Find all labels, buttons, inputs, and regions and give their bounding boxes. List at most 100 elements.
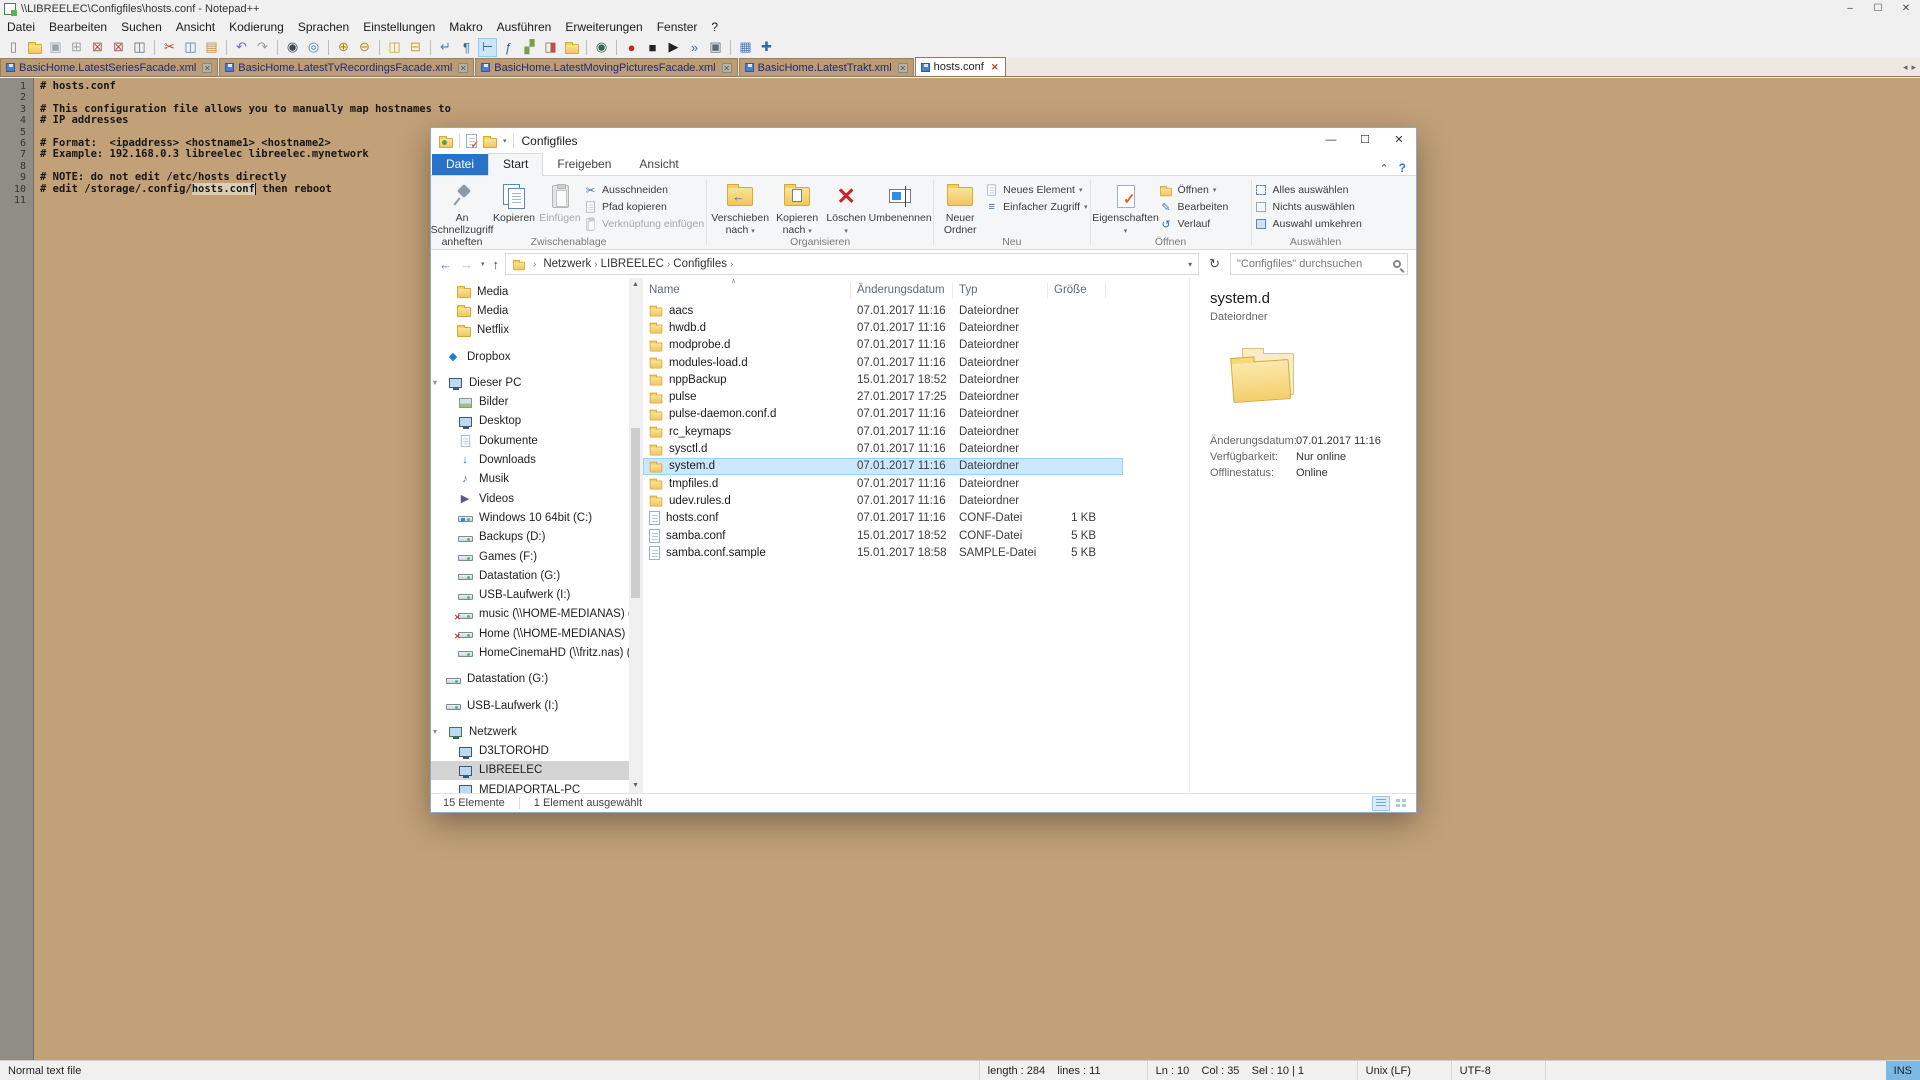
sidebar-item-games-f[interactable]: Games (F:) (431, 547, 642, 566)
open-button[interactable]: Öffnen▾ (1159, 183, 1229, 197)
cut-icon[interactable]: ✂ (160, 38, 179, 57)
file-row-nppbackup[interactable]: nppBackup15.01.2017 18:52Dateiordner (643, 371, 1189, 388)
doc-switcher-icon[interactable]: ◨ (541, 38, 560, 57)
select-all-button[interactable]: Alles auswählen (1254, 183, 1362, 197)
copy-button[interactable]: Kopieren (491, 180, 537, 224)
qat-properties-icon[interactable] (466, 134, 477, 148)
sidebar-item-netflix[interactable]: Netflix (431, 321, 642, 340)
new-folder-button[interactable]: Neuer Ordner (936, 180, 984, 236)
sidebar-item-dieser-pc[interactable]: ▾Dieser PC (431, 373, 642, 392)
function-list-icon[interactable]: ƒ (499, 38, 518, 57)
menu-erweiterungen[interactable]: Erweiterungen (558, 19, 649, 35)
copy-icon[interactable]: ◫ (181, 38, 200, 57)
up-button[interactable]: ↑ (493, 257, 500, 272)
sidebar-item-desktop[interactable]: Desktop (431, 412, 642, 431)
file-row-system-d[interactable]: system.d07.01.2017 11:16Dateiordner (643, 458, 1123, 475)
tab-hosts-conf[interactable]: hosts.conf✕ (915, 57, 1006, 76)
file-row-samba-conf[interactable]: samba.conf15.01.2017 18:52CONF-Datei5 KB (643, 527, 1189, 544)
word-wrap-icon[interactable]: ↵ (436, 38, 455, 57)
sidebar-item-datastation-g[interactable]: Datastation (G:) (431, 566, 642, 585)
nav-scrollbar-thumb[interactable] (631, 428, 640, 598)
recent-locations-dropdown[interactable]: ▾ (481, 260, 485, 268)
address-dropdown-icon[interactable]: ▾ (1188, 260, 1192, 269)
sidebar-item-backups-d[interactable]: Backups (D:) (431, 528, 642, 547)
tab-scroll-left-icon[interactable]: ◂ (1903, 62, 1908, 73)
copy-path-button[interactable]: Pfad kopieren (583, 200, 704, 214)
breadcrumb-libreelec[interactable]: LIBREELEC (601, 258, 664, 270)
breadcrumb-netzwerk[interactable]: Netzwerk (543, 258, 591, 270)
sidebar-item-netzwerk[interactable]: ▾Netzwerk (431, 722, 642, 741)
paste-icon[interactable]: ▤ (202, 38, 221, 57)
paste-shortcut-button[interactable]: Verknüpfung einfügen (583, 217, 704, 231)
qat-customize-icon[interactable]: ▾ (503, 137, 507, 145)
sidebar-item-libreelec[interactable]: LIBREELEC (431, 761, 642, 780)
file-row-tmpfiles-d[interactable]: tmpfiles.d07.01.2017 11:16Dateiordner (643, 475, 1189, 492)
select-none-button[interactable]: Nichts auswählen (1254, 200, 1362, 214)
sidebar-item-downloads[interactable]: ↓Downloads (431, 450, 642, 469)
menu-ansicht[interactable]: Ansicht (169, 19, 222, 35)
explorer-maximize-button[interactable]: ☐ (1348, 128, 1382, 154)
properties-button[interactable]: Eigenschaften ▾ (1093, 180, 1159, 236)
stop-record-icon[interactable]: ■ (643, 38, 662, 57)
paste-button[interactable]: Einfügen (537, 180, 583, 224)
breadcrumb-configfiles[interactable]: Configfiles (673, 258, 727, 270)
nav-scrollbar[interactable]: ▲ ▼ (629, 278, 642, 793)
menu-einstellungen[interactable]: Einstellungen (356, 19, 442, 35)
cut-button[interactable]: ✂Ausschneiden (583, 183, 704, 197)
tab-basichome-latesttrakt-xml[interactable]: BasicHome.LatestTrakt.xml✕ (739, 58, 914, 76)
expand-caret-icon[interactable]: ▾ (433, 378, 441, 387)
ribbon-collapse-icon[interactable]: ⌃ (1379, 162, 1388, 175)
save-all-icon[interactable]: ⊞ (67, 38, 86, 57)
sidebar-item-bilder[interactable]: Bilder (431, 392, 642, 411)
column-header-size[interactable]: Größe (1048, 282, 1106, 298)
redo-icon[interactable]: ↷ (253, 38, 272, 57)
indent-guide-icon[interactable]: ⊢ (478, 38, 497, 57)
show-all-chars-icon[interactable]: ¶ (457, 38, 476, 57)
menu-suchen[interactable]: Suchen (114, 19, 169, 35)
menu-sprachen[interactable]: Sprachen (291, 19, 356, 35)
help-icon[interactable]: ? (1399, 161, 1406, 175)
run-macro-multiple-icon[interactable]: » (685, 38, 704, 57)
sidebar-item-dokumente[interactable]: Dokumente (431, 431, 642, 450)
npp-maximize-button[interactable]: ☐ (1864, 0, 1892, 18)
menu-ausf-hren[interactable]: Ausführen (490, 19, 559, 35)
invert-selection-button[interactable]: Auswahl umkehren (1254, 217, 1362, 231)
file-row-hwdb-d[interactable]: hwdb.d07.01.2017 11:16Dateiordner (643, 319, 1189, 336)
column-header-type[interactable]: Typ (953, 282, 1048, 298)
menu-kodierung[interactable]: Kodierung (222, 19, 291, 35)
sidebar-item-home-home-medianas-y[interactable]: ✕Home (\\HOME-MEDIANAS) (Y:) (431, 624, 642, 643)
column-header-name[interactable]: Name (643, 282, 851, 298)
sync-scroll-h-icon[interactable]: ⊟ (406, 38, 425, 57)
sync-scroll-v-icon[interactable]: ◫ (385, 38, 404, 57)
menu-bearbeiten[interactable]: Bearbeiten (42, 19, 114, 35)
file-row-hosts-conf[interactable]: hosts.conf07.01.2017 11:16CONF-Datei1 KB (643, 510, 1189, 527)
tab-close-icon[interactable]: ✕ (202, 63, 212, 73)
save-icon[interactable]: ▣ (46, 38, 65, 57)
tab-scroll-right-icon[interactable]: ▸ (1911, 62, 1916, 73)
history-button[interactable]: ↺Verlauf (1159, 217, 1229, 231)
replace-icon[interactable]: ◎ (304, 38, 323, 57)
breadcrumb[interactable]: › Netzwerk›LIBREELEC›Configfiles› ▾ (505, 253, 1199, 275)
sidebar-item-media[interactable]: Media (431, 282, 642, 301)
ribbon-tab-start[interactable]: Start (488, 153, 543, 176)
monitoring-icon[interactable]: ◉ (592, 38, 611, 57)
search-input[interactable]: "Configfiles" durchsuchen (1230, 253, 1408, 275)
zoom-out-icon[interactable]: ⊖ (355, 38, 374, 57)
edit-button[interactable]: ✎Bearbeiten (1159, 200, 1229, 214)
scroll-up-icon[interactable]: ▲ (629, 278, 642, 292)
file-row-pulse-daemon-conf-d[interactable]: pulse-daemon.conf.d07.01.2017 11:16Datei… (643, 406, 1189, 423)
tab-basichome-latestmovingpicturesfacade-xml[interactable]: BasicHome.LatestMovingPicturesFacade.xml… (475, 58, 737, 76)
npp-close-button[interactable]: ✕ (1892, 0, 1920, 18)
npp-minimize-button[interactable]: – (1836, 0, 1864, 18)
move-to-button[interactable]: ← Verschieben nach ▾ (709, 180, 771, 236)
menu-datei[interactable]: Datei (0, 19, 42, 35)
file-row-udev-rules-d[interactable]: udev.rules.d07.01.2017 11:16Dateiordner (643, 492, 1189, 509)
delete-button[interactable]: ✕ Löschen ▾ (823, 180, 869, 236)
expand-caret-icon[interactable]: ▾ (433, 727, 441, 736)
file-row-modprobe-d[interactable]: modprobe.d07.01.2017 11:16Dateiordner (643, 337, 1189, 354)
folder-workspace-icon[interactable] (562, 38, 581, 57)
tab-close-icon[interactable]: ✕ (458, 63, 468, 73)
column-header-date[interactable]: Änderungsdatum (851, 282, 953, 298)
zoom-in-icon[interactable]: ⊕ (334, 38, 353, 57)
forward-button[interactable]: → (460, 257, 473, 272)
